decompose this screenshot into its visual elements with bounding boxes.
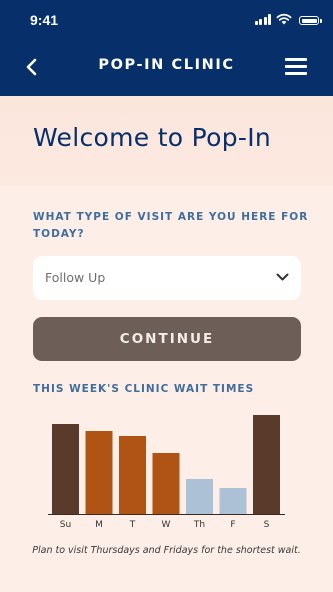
chevron-down-icon bbox=[276, 273, 289, 281]
battery-icon bbox=[299, 16, 322, 25]
continue-label: CONTINUE bbox=[119, 331, 215, 347]
status-time: 9:41 bbox=[30, 12, 59, 28]
chart-title: THIS WEEK'S CLINIC WAIT TIMES bbox=[33, 383, 255, 395]
tick-label-t: T bbox=[129, 520, 136, 530]
status-icons bbox=[254, 13, 322, 25]
tick-label-th: Th bbox=[193, 520, 205, 530]
visit-type-value: Follow Up bbox=[45, 270, 106, 285]
menu-button[interactable] bbox=[285, 58, 307, 75]
chart-note: Plan to visit Thursdays and Fridays for … bbox=[32, 545, 301, 556]
bar-s bbox=[253, 415, 280, 514]
tick-label-m: M bbox=[95, 520, 103, 530]
tick-label-s: S bbox=[264, 520, 270, 530]
signal-icon bbox=[254, 14, 271, 25]
bar-t bbox=[119, 436, 146, 514]
page-title: POP-IN CLINIC bbox=[98, 57, 235, 73]
visit-type-select[interactable]: Follow Up bbox=[33, 256, 301, 300]
bar-f bbox=[219, 488, 247, 514]
continue-button[interactable]: CONTINUE bbox=[33, 317, 301, 361]
bar-th bbox=[186, 479, 213, 514]
wifi-icon bbox=[276, 13, 292, 25]
hamburger-icon bbox=[285, 58, 307, 61]
bar-w bbox=[152, 453, 180, 514]
tick-label-f: F bbox=[230, 520, 235, 530]
wait-times-chart: Su M T W Th F S bbox=[48, 415, 285, 530]
visit-type-question: WHAT TYPE OF VISIT ARE YOU HERE FOR TODA… bbox=[33, 211, 309, 240]
tick-label-w: W bbox=[162, 520, 171, 530]
welcome-title: Welcome to Pop-In bbox=[33, 123, 272, 152]
tick-label-su: Su bbox=[60, 520, 71, 530]
bar-su bbox=[52, 424, 79, 514]
bar-m bbox=[85, 431, 113, 514]
